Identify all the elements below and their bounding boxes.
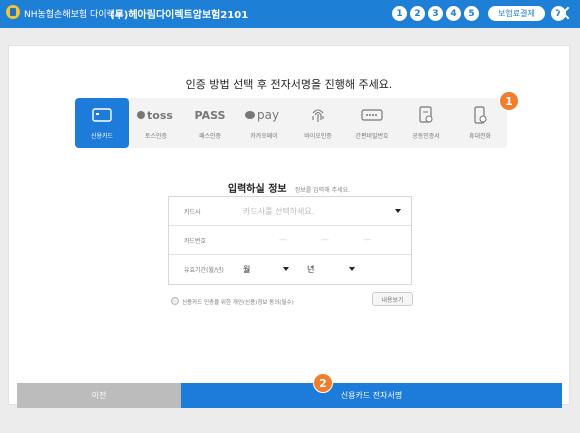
chevron-down-icon [283, 267, 289, 271]
chevron-down-icon [349, 267, 355, 271]
method-bio[interactable]: 바이오인증 [291, 98, 345, 148]
method-pass[interactable]: PASS 패스인증 [183, 98, 237, 148]
consent-text: 신용카드 인증을 위한 개인(신용)정보 동의(필수) [182, 300, 294, 306]
method-label: 간편비밀번호 [355, 133, 389, 140]
method-mobile[interactable]: 휴대전화 [453, 98, 507, 148]
year-select[interactable]: 년 [307, 264, 314, 275]
card-company-row[interactable]: 카드사 카드사를 선택하세요. [169, 197, 411, 226]
method-label: 휴대전화 [468, 133, 492, 140]
pin-password-icon [345, 106, 399, 124]
close-icon[interactable] [554, 4, 572, 22]
method-toss[interactable]: toss 토스인증 [129, 98, 183, 148]
card-number-label: 카드번호 [184, 238, 207, 245]
step-2: 2 [410, 6, 425, 21]
card-info-form: 카드사 카드사를 선택하세요. 카드번호 — — — 유효기간(월/년) 월 년 [168, 196, 412, 285]
product-name: (무)헤아림다이렉트암보험2101 [110, 10, 249, 21]
method-simple-password[interactable]: 간편비밀번호 [345, 98, 399, 148]
auth-method-list: 신용카드 toss 토스인증 PASS 패스인증 pay 카카오페이 바이오인증… [75, 98, 507, 148]
step-3: 3 [428, 6, 443, 21]
method-label: 패스인증 [198, 133, 222, 140]
certificate-icon [399, 106, 453, 124]
method-certificate[interactable]: 공동인증서 [399, 98, 453, 148]
step-indicator: 1 2 3 4 5 보험료결제 7 [392, 6, 566, 21]
view-details-button[interactable]: 내용보기 [372, 292, 413, 306]
footer-actions: 이전 신용카드 전자서명 [17, 383, 562, 408]
step-1: 1 [392, 6, 407, 21]
callout-badge-2: 2 [313, 373, 333, 393]
method-kakaopay[interactable]: pay 카카오페이 [237, 98, 291, 148]
card-number-field-3[interactable]: — [363, 235, 371, 244]
premium-payment-step: 보험료결제 [488, 6, 545, 21]
step-4: 4 [446, 6, 461, 21]
toss-logo: toss [129, 106, 183, 124]
expiry-label: 유효기간(월/년) [184, 267, 224, 274]
expiry-row: 유효기간(월/년) 월 년 [169, 255, 411, 284]
month-select[interactable]: 월 [243, 264, 250, 275]
step-5: 5 [464, 6, 479, 21]
kakaopay-logo: pay [237, 106, 291, 124]
form-header: 입력하실 정보 정보를 입력해 주세요. [9, 177, 569, 196]
chevron-down-icon [395, 209, 401, 213]
mobile-phone-icon [453, 106, 507, 124]
method-credit-card[interactable]: 신용카드 [75, 98, 129, 148]
callout-badge-1: 1 [499, 91, 519, 111]
company-logo-icon [6, 5, 20, 19]
svg-text:pay: pay [257, 108, 279, 122]
card-number-field-1[interactable]: — [279, 235, 287, 244]
method-label: 바이오인증 [304, 133, 332, 140]
fingerprint-icon [291, 106, 345, 124]
main-card: 인증 방법 선택 후 전자서명을 진행해 주세요. 신용카드 toss 토스인증… [8, 45, 570, 405]
card-number-field-2[interactable]: — [321, 235, 329, 244]
card-number-row: 카드번호 — — — [169, 226, 411, 255]
card-company-select[interactable]: 카드사를 선택하세요. [243, 206, 314, 217]
page-title: 인증 방법 선택 후 전자서명을 진행해 주세요. [185, 78, 393, 91]
form-title: 입력하실 정보 [227, 184, 287, 195]
credit-card-icon [75, 106, 129, 124]
form-subtitle: 정보를 입력해 주세요. [294, 187, 351, 194]
svg-text:toss: toss [147, 109, 173, 122]
consent-checkbox[interactable] [171, 297, 179, 305]
sign-button[interactable]: 신용카드 전자서명 [181, 383, 562, 408]
method-label: 토스인증 [144, 133, 168, 140]
top-bar: NH농협손해보험 다이렉트 (무)헤아림다이렉트암보험2101 1 2 3 4 … [0, 0, 580, 28]
method-label: 공동인증서 [412, 133, 440, 140]
card-company-label: 카드사 [184, 209, 201, 216]
company-name: NH농협손해보험 다이렉트 [24, 10, 124, 20]
method-label: 카카오페이 [250, 133, 278, 140]
prev-button[interactable]: 이전 [17, 383, 181, 408]
method-label: 신용카드 [90, 133, 114, 140]
pass-logo: PASS [194, 108, 226, 122]
